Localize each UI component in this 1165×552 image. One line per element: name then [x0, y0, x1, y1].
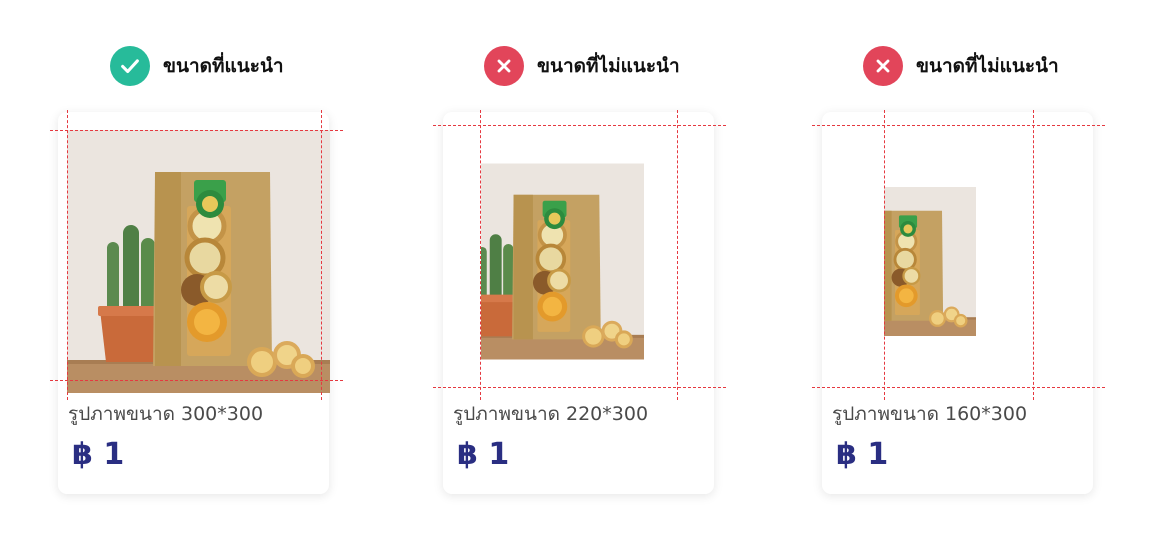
- product-card[interactable]: รูปภาพขนาด 160*300 ฿ 1: [822, 112, 1093, 494]
- product-caption: รูปภาพขนาด 220*300: [453, 403, 649, 425]
- guide-line: [884, 110, 885, 400]
- product-image: [481, 130, 677, 393]
- product-image: [67, 130, 330, 393]
- close-icon: [863, 46, 903, 86]
- header-label: ขนาดที่ไม่แนะนำ: [916, 55, 1059, 77]
- guide-line: [677, 110, 678, 400]
- product-price: ฿ 1: [457, 437, 510, 472]
- check-icon: [110, 46, 150, 86]
- product-caption: รูปภาพขนาด 160*300: [832, 403, 1028, 425]
- guide-line: [480, 110, 481, 400]
- guide-line: [50, 130, 343, 131]
- panel-header: ขนาดที่ไม่แนะนำ: [484, 46, 680, 86]
- header-label: ขนาดที่แนะนำ: [163, 55, 284, 77]
- guide-line: [812, 125, 1105, 126]
- guide-line: [1033, 110, 1034, 400]
- product-card[interactable]: รูปภาพขนาด 300*300 ฿ 1: [58, 112, 329, 494]
- header-label: ขนาดที่ไม่แนะนำ: [537, 55, 680, 77]
- panel-recommended: ขนาดที่แนะนำ รูปภาพขนาด 300*300 ฿ 1: [0, 0, 390, 552]
- panel-header: ขนาดที่ไม่แนะนำ: [863, 46, 1059, 86]
- guide-line: [433, 387, 726, 388]
- product-card[interactable]: รูปภาพขนาด 220*300 ฿ 1: [443, 112, 714, 494]
- product-image: [884, 130, 1033, 393]
- product-price: ฿ 1: [836, 437, 889, 472]
- guide-line: [812, 387, 1105, 388]
- panel-header: ขนาดที่แนะนำ: [110, 46, 284, 86]
- product-price: ฿ 1: [72, 437, 125, 472]
- panel-not-recommended: ขนาดที่ไม่แนะนำ รูปภาพขนาด 160*300 ฿ 1: [780, 0, 1165, 552]
- guide-line: [433, 125, 726, 126]
- guide-line: [67, 110, 68, 400]
- panel-not-recommended: ขนาดที่ไม่แนะนำ รูปภาพขนาด 220*300 ฿ 1: [390, 0, 780, 552]
- guide-line: [50, 380, 343, 381]
- close-icon: [484, 46, 524, 86]
- product-caption: รูปภาพขนาด 300*300: [68, 403, 264, 425]
- guide-line: [321, 110, 322, 400]
